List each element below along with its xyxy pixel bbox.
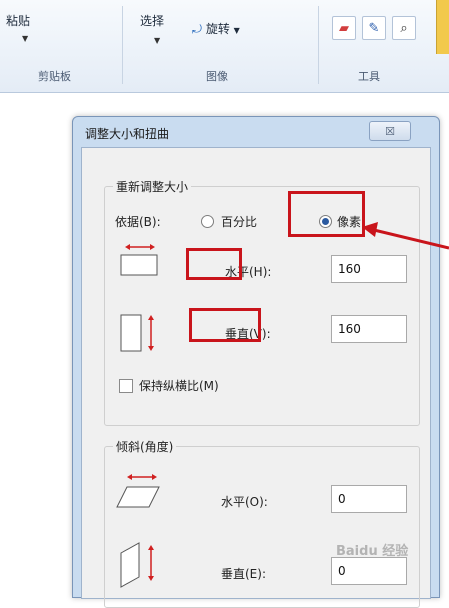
pixels-highlight-box xyxy=(288,191,365,237)
skew-horizontal-icon xyxy=(116,474,160,508)
magnifier-icon[interactable]: ⌕ xyxy=(392,16,416,40)
eraser-icon[interactable]: ▰ xyxy=(332,16,356,40)
image-group-label: 图像 xyxy=(206,70,228,83)
ribbon-separator xyxy=(122,6,123,84)
keep-ratio-checkbox[interactable] xyxy=(119,379,133,393)
basis-label: 依据(B): xyxy=(115,215,161,229)
skew-horizontal-label: 水平(O): xyxy=(221,495,268,509)
skew-vertical-label: 垂直(E): xyxy=(221,567,266,581)
clipboard-group-label: 剪贴板 xyxy=(38,70,71,83)
rotate-icon: ⤾ xyxy=(192,22,202,36)
select-button[interactable]: 选择 xyxy=(140,12,164,29)
tools-group-label: 工具 xyxy=(358,70,380,83)
dialog-body: 重新调整大小 依据(B): 百分比 像素 水平(H): 160 垂直(V): 1… xyxy=(81,147,431,608)
vertical-highlight-box xyxy=(189,308,261,342)
resize-horizontal-icon xyxy=(120,244,158,276)
resize-group-title: 重新调整大小 xyxy=(113,178,192,195)
annotation-arrow xyxy=(362,222,449,250)
skew-group-title: 倾斜(角度) xyxy=(113,438,177,455)
paste-dropdown-icon[interactable]: ▼ xyxy=(22,34,28,43)
rotate-label: 旋转 xyxy=(205,22,230,36)
keep-ratio-label: 保持纵横比(M) xyxy=(139,379,219,393)
rotate-dropdown-icon: ▼ xyxy=(233,26,240,35)
horizontal-highlight-box xyxy=(186,248,242,280)
rotate-button[interactable]: ⤾ 旋转 ▼ xyxy=(192,20,240,37)
watermark: Baidu 经验 xyxy=(336,544,409,559)
paste-button[interactable]: 粘贴 xyxy=(6,12,30,29)
close-icon: ☒ xyxy=(385,124,395,138)
skew-groupbox: 倾斜(角度) 水平(O): 0 垂直(E): 0 xyxy=(104,438,420,608)
ribbon-separator xyxy=(318,6,319,84)
percent-label: 百分比 xyxy=(221,215,258,229)
percent-radio[interactable] xyxy=(201,215,214,228)
resize-horizontal-input[interactable]: 160 xyxy=(331,255,407,283)
close-button[interactable]: ☒ xyxy=(369,121,411,141)
resize-vertical-input[interactable]: 160 xyxy=(331,315,407,343)
resize-vertical-icon xyxy=(120,314,154,352)
color-swatch-edge[interactable] xyxy=(436,0,449,54)
skew-horizontal-input[interactable]: 0 xyxy=(331,485,407,513)
color-picker-icon[interactable]: ✎ xyxy=(362,16,386,40)
resize-skew-dialog: 调整大小和扭曲 ☒ 重新调整大小 依据(B): 百分比 像素 水平(H): 16… xyxy=(72,116,440,608)
skew-vertical-input[interactable]: 0 xyxy=(331,557,407,585)
select-dropdown-icon[interactable]: ▼ xyxy=(154,36,160,45)
dialog-title: 调整大小和扭曲 xyxy=(85,127,170,141)
ribbon: 粘贴 ▼ 剪贴板 选择 ▼ ⤾ 旋转 ▼ 图像 ▰ ✎ ⌕ 工具 xyxy=(0,0,449,93)
